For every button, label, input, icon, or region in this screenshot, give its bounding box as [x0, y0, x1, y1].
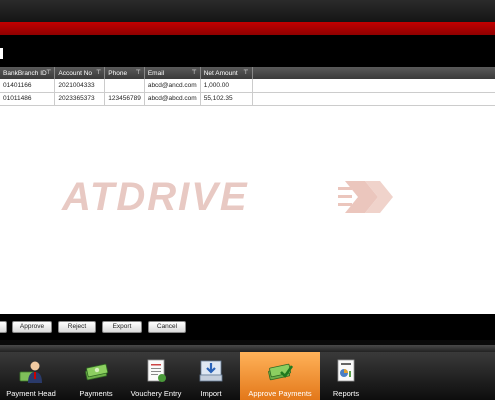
filter-icon[interactable]: ⊤	[136, 69, 141, 76]
cell-bankbranch: 01011486	[0, 92, 56, 106]
action-bar: Approve Reject Export Cancel	[0, 314, 495, 340]
filter-icon[interactable]: ⊤	[243, 69, 248, 76]
table-header-row: BankBranch ID ⊤ Account No ⊤ Phone ⊤ Ema…	[0, 67, 495, 79]
watermark-text: ATDRIVE	[61, 177, 249, 217]
payments-grid: BankBranch ID ⊤ Account No ⊤ Phone ⊤ Ema…	[0, 67, 495, 314]
cell-account: 2023365373	[54, 92, 106, 106]
bottom-nav: Payment Head Payments Vouchery Entry Imp…	[0, 352, 495, 400]
nav-payments[interactable]: Payments	[62, 352, 130, 400]
red-brand-band	[0, 22, 495, 35]
cell-net-amount: 1,000.00	[200, 79, 253, 93]
column-header-filler	[252, 67, 495, 79]
cell-email: abcd@ancd.com	[144, 79, 201, 93]
toolbar-band	[0, 35, 495, 67]
cancel-button[interactable]: Cancel	[148, 321, 186, 333]
money-icon	[85, 363, 109, 381]
reject-button[interactable]: Reject	[58, 321, 96, 333]
nav-payment-head[interactable]: Payment Head	[0, 352, 62, 400]
nav-label: Payments	[79, 389, 113, 398]
export-button[interactable]: Export	[102, 321, 142, 333]
cell-phone	[104, 79, 145, 93]
cell-filler	[252, 92, 495, 106]
filter-icon[interactable]: ⊤	[46, 69, 51, 76]
nav-reports[interactable]: Reports	[320, 352, 372, 400]
nav-vouchery-entry[interactable]: Vouchery Entry	[130, 352, 182, 400]
nav-label: Reports	[332, 389, 360, 398]
approve-button[interactable]: Approve	[12, 321, 52, 333]
filter-icon[interactable]: ⊤	[96, 69, 101, 76]
approve-money-icon	[268, 363, 293, 381]
column-header-net-amount[interactable]: Net Amount ⊤	[200, 67, 253, 79]
person-icon	[19, 361, 42, 383]
column-header-account[interactable]: Account No ⊤	[54, 67, 106, 79]
table-row[interactable]: 01401166 2021004333 abcd@ancd.com 1,000.…	[0, 79, 495, 93]
column-header-email[interactable]: Email ⊤	[144, 67, 201, 79]
reports-icon	[337, 359, 355, 382]
window-control[interactable]	[0, 48, 3, 59]
nav-label: Approve Payments	[248, 389, 312, 398]
partial-button[interactable]	[0, 321, 7, 333]
nav-label: Payment Head	[6, 389, 56, 398]
voucher-document-icon	[147, 359, 166, 382]
column-header-phone[interactable]: Phone ⊤	[104, 67, 145, 79]
nav-import[interactable]: Import	[182, 352, 240, 400]
atdrive-watermark-logo: ATDRIVE	[61, 177, 393, 217]
cell-net-amount: 55,102.35	[200, 92, 253, 106]
top-header-bar	[0, 0, 495, 22]
table-row[interactable]: 01011486 2023365373 123456789 abcd@abcd.…	[0, 92, 495, 106]
cell-email: abcd@abcd.com	[144, 92, 201, 106]
column-header-bankbranch[interactable]: BankBranch ID ⊤	[0, 67, 56, 79]
import-icon	[199, 360, 223, 382]
nav-approve-payments[interactable]: Approve Payments	[240, 352, 320, 400]
nav-label: Vouchery Entry	[130, 389, 182, 398]
cell-filler	[252, 79, 495, 93]
nav-label: Import	[200, 389, 222, 398]
cell-bankbranch: 01401166	[0, 79, 56, 93]
cell-account: 2021004333	[54, 79, 106, 93]
payments-table: BankBranch ID ⊤ Account No ⊤ Phone ⊤ Ema…	[0, 67, 495, 106]
filter-icon[interactable]: ⊤	[191, 69, 196, 76]
cell-phone: 123456789	[104, 92, 145, 106]
separator	[0, 345, 495, 352]
